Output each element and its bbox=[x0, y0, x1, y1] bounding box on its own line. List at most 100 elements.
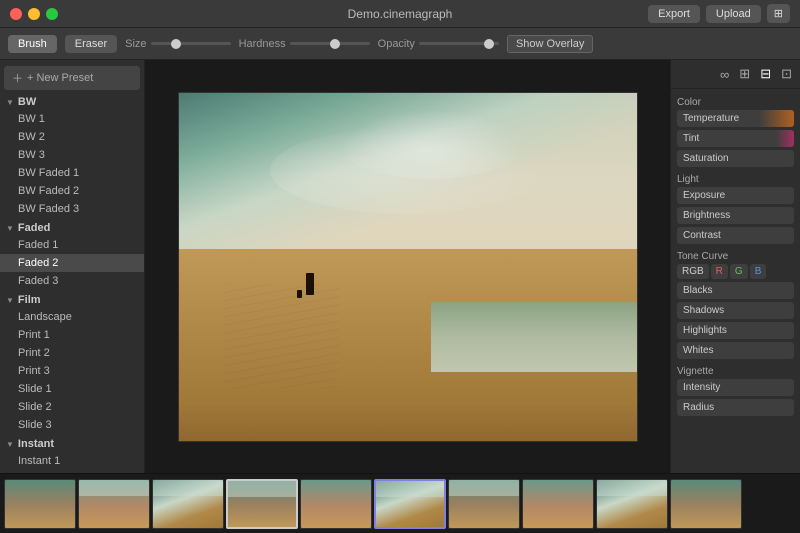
preset-landscape[interactable]: Landscape bbox=[0, 308, 144, 326]
triangle-icon-bw: ▼ bbox=[6, 98, 14, 107]
panel-content: Color Temperature Tint Saturation Light … bbox=[671, 89, 800, 473]
contrast-slider[interactable]: Contrast bbox=[677, 227, 794, 244]
preset-slide2[interactable]: Slide 2 bbox=[0, 398, 144, 416]
filmstrip-frame-3[interactable] bbox=[226, 479, 298, 529]
sidebar-section-bw[interactable]: ▼ BW bbox=[0, 92, 144, 110]
preset-bw3[interactable]: BW 3 bbox=[0, 146, 144, 164]
tone-rgb-button[interactable]: RGB bbox=[677, 264, 709, 279]
tone-r-button[interactable]: R bbox=[711, 264, 728, 279]
section-label-bw: BW bbox=[18, 96, 36, 108]
preset-instant2[interactable]: Instant 2 bbox=[0, 470, 144, 473]
hardness-thumb[interactable] bbox=[330, 39, 340, 49]
saturation-row: Saturation bbox=[677, 150, 794, 167]
close-dot[interactable] bbox=[10, 8, 22, 20]
intensity-slider[interactable]: Intensity bbox=[677, 379, 794, 396]
eraser-tool-button[interactable]: Eraser bbox=[65, 35, 117, 53]
preset-bw-faded1[interactable]: BW Faded 1 bbox=[0, 164, 144, 182]
sidebar-section-faded[interactable]: ▼ Faded bbox=[0, 218, 144, 236]
preset-bw1[interactable]: BW 1 bbox=[0, 110, 144, 128]
right-panel: ∞ ⊞ ⊟ ⊡ Color Temperature Tint Saturatio… bbox=[670, 60, 800, 473]
preset-faded3[interactable]: Faded 3 bbox=[0, 272, 144, 290]
new-preset-button[interactable]: ＋ + New Preset bbox=[4, 66, 140, 90]
plus-icon: ＋ bbox=[12, 70, 23, 86]
preset-bw2[interactable]: BW 2 bbox=[0, 128, 144, 146]
section-label-instant: Instant bbox=[18, 438, 54, 450]
preset-bw-faded2[interactable]: BW Faded 2 bbox=[0, 182, 144, 200]
sliders-icon-button[interactable]: ⊟ bbox=[758, 64, 773, 84]
opacity-thumb[interactable] bbox=[484, 39, 494, 49]
frame-bg-9 bbox=[671, 480, 741, 528]
hardness-label: Hardness bbox=[239, 38, 286, 50]
export-button[interactable]: Export bbox=[648, 5, 700, 23]
saturation-slider[interactable]: Saturation bbox=[677, 150, 794, 167]
photo-border bbox=[178, 92, 638, 442]
settings-icon-button[interactable]: ⊞ bbox=[767, 4, 790, 23]
shadows-row: Shadows bbox=[677, 302, 794, 319]
filmstrip-frame-9[interactable] bbox=[670, 479, 742, 529]
grid-icon-button[interactable]: ⊞ bbox=[737, 64, 752, 84]
size-slider-group: Size bbox=[125, 38, 230, 50]
loop-icon-button[interactable]: ∞ bbox=[718, 65, 731, 84]
preset-print3[interactable]: Print 3 bbox=[0, 362, 144, 380]
highlights-row: Highlights bbox=[677, 322, 794, 339]
brightness-slider[interactable]: Brightness bbox=[677, 207, 794, 224]
filmstrip-frame-2[interactable] bbox=[152, 479, 224, 529]
sidebar-section-instant[interactable]: ▼ Instant bbox=[0, 434, 144, 452]
contrast-row: Contrast bbox=[677, 227, 794, 244]
preset-slide1[interactable]: Slide 1 bbox=[0, 380, 144, 398]
window-title: Demo.cinemagraph bbox=[348, 7, 453, 21]
blacks-slider[interactable]: Blacks bbox=[677, 282, 794, 299]
maximize-dot[interactable] bbox=[46, 8, 58, 20]
whites-slider[interactable]: Whites bbox=[677, 342, 794, 359]
highlights-slider[interactable]: Highlights bbox=[677, 322, 794, 339]
window-controls bbox=[10, 8, 58, 20]
size-thumb[interactable] bbox=[171, 39, 181, 49]
presets-sidebar: ＋ + New Preset ▼ BW BW 1 BW 2 BW 3 BW Fa… bbox=[0, 60, 145, 473]
temperature-slider[interactable]: Temperature bbox=[677, 110, 794, 127]
opacity-track bbox=[419, 42, 499, 45]
preset-bw-faded3[interactable]: BW Faded 3 bbox=[0, 200, 144, 218]
sidebar-section-film[interactable]: ▼ Film bbox=[0, 290, 144, 308]
preset-print1[interactable]: Print 1 bbox=[0, 326, 144, 344]
filmstrip-frame-7[interactable] bbox=[522, 479, 594, 529]
exposure-row: Exposure bbox=[677, 187, 794, 204]
frame-overlay-1 bbox=[79, 480, 149, 497]
frame-overlay-6 bbox=[449, 480, 519, 497]
tone-b-button[interactable]: B bbox=[750, 264, 767, 279]
filmstrip-frame-4[interactable] bbox=[300, 479, 372, 529]
filmstrip-frame-8[interactable] bbox=[596, 479, 668, 529]
preset-print2[interactable]: Print 2 bbox=[0, 344, 144, 362]
tint-row: Tint bbox=[677, 130, 794, 147]
blacks-row: Blacks bbox=[677, 282, 794, 299]
photo-container bbox=[178, 92, 638, 442]
canvas-area[interactable] bbox=[145, 60, 670, 473]
tint-slider[interactable]: Tint bbox=[677, 130, 794, 147]
brush-tool-button[interactable]: Brush bbox=[8, 35, 57, 53]
new-preset-label: + New Preset bbox=[27, 72, 93, 84]
shadows-slider[interactable]: Shadows bbox=[677, 302, 794, 319]
preset-faded1[interactable]: Faded 1 bbox=[0, 236, 144, 254]
filmstrip-frame-5[interactable] bbox=[374, 479, 446, 529]
preset-slide3[interactable]: Slide 3 bbox=[0, 416, 144, 434]
preset-faded2[interactable]: Faded 2 bbox=[0, 254, 144, 272]
upload-button[interactable]: Upload bbox=[706, 5, 761, 23]
frame-overlay-8 bbox=[597, 480, 667, 497]
filmstrip-frame-0[interactable] bbox=[4, 479, 76, 529]
hardness-track bbox=[290, 42, 370, 45]
toolbar: Brush Eraser Size Hardness Opacity Show … bbox=[0, 28, 800, 60]
section-label-faded: Faded bbox=[18, 222, 50, 234]
crop-icon-button[interactable]: ⊡ bbox=[779, 64, 794, 84]
show-overlay-button[interactable]: Show Overlay bbox=[507, 35, 593, 53]
tone-g-button[interactable]: G bbox=[730, 264, 748, 279]
opacity-slider-group: Opacity bbox=[378, 38, 499, 50]
triangle-icon-film: ▼ bbox=[6, 296, 14, 305]
minimize-dot[interactable] bbox=[28, 8, 40, 20]
exposure-slider[interactable]: Exposure bbox=[677, 187, 794, 204]
radius-slider[interactable]: Radius bbox=[677, 399, 794, 416]
triangle-icon-faded: ▼ bbox=[6, 224, 14, 233]
preset-instant1[interactable]: Instant 1 bbox=[0, 452, 144, 470]
triangle-icon-instant: ▼ bbox=[6, 440, 14, 449]
filmstrip-frame-1[interactable] bbox=[78, 479, 150, 529]
brightness-row: Brightness bbox=[677, 207, 794, 224]
filmstrip-frame-6[interactable] bbox=[448, 479, 520, 529]
